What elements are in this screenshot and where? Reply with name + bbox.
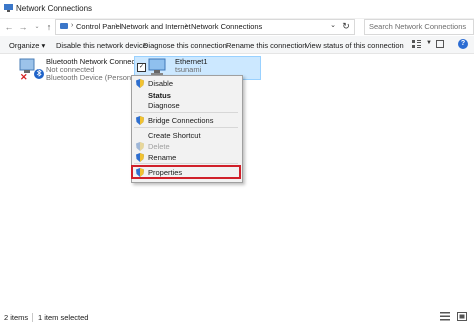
menu-item-delete: Delete bbox=[148, 142, 170, 151]
chevron-down-icon[interactable]: ▼ bbox=[426, 40, 432, 46]
uac-shield-icon bbox=[136, 153, 144, 162]
bluetooth-adapter-icon[interactable]: ✕ bbox=[18, 57, 44, 81]
rename-connection-button[interactable]: Rename this connection bbox=[226, 41, 306, 50]
refresh-button[interactable]: ↻ bbox=[340, 20, 352, 32]
menu-separator bbox=[134, 112, 238, 113]
recent-locations-button[interactable]: ⌄ bbox=[31, 20, 43, 34]
help-icon[interactable]: ? bbox=[458, 39, 468, 49]
menu-item-disable[interactable]: Disable bbox=[148, 79, 173, 88]
menu-item-bridge-connections[interactable]: Bridge Connections bbox=[148, 116, 213, 125]
up-button[interactable]: ↑ bbox=[43, 20, 55, 34]
preview-pane-icon[interactable] bbox=[436, 40, 444, 48]
large-icons-view-icon[interactable] bbox=[457, 312, 467, 321]
item-checkbox[interactable]: ✓ bbox=[137, 63, 146, 72]
svg-text:✕: ✕ bbox=[20, 72, 28, 81]
menu-item-status[interactable]: Status bbox=[148, 91, 171, 100]
uac-shield-icon bbox=[136, 79, 144, 88]
network-connections-icon bbox=[4, 4, 13, 12]
ethernet-adapter-icon[interactable] bbox=[148, 57, 168, 77]
control-panel-icon bbox=[60, 23, 68, 29]
window-title: Network Connections bbox=[16, 4, 93, 13]
view-status-button[interactable]: View status of this connection bbox=[305, 41, 404, 50]
diagnose-connection-button[interactable]: Diagnose this connection bbox=[143, 41, 227, 50]
back-button[interactable]: ← bbox=[3, 20, 15, 34]
status-item-count: 2 items bbox=[4, 313, 29, 322]
view-options-icon[interactable] bbox=[412, 40, 421, 48]
search-placeholder: Search Network Connections bbox=[369, 22, 467, 31]
status-divider bbox=[32, 313, 33, 322]
chevron-right-icon: › bbox=[71, 22, 74, 29]
forward-button[interactable]: → bbox=[17, 20, 29, 34]
chevron-right-icon: › bbox=[115, 22, 118, 29]
breadcrumb-network-connections[interactable]: Network Connections bbox=[191, 22, 262, 31]
menu-separator bbox=[134, 127, 238, 128]
menu-item-create-shortcut[interactable]: Create Shortcut bbox=[148, 131, 201, 140]
disable-device-button[interactable]: Disable this network device bbox=[56, 41, 147, 50]
uac-shield-icon bbox=[136, 142, 144, 151]
menu-item-diagnose[interactable]: Diagnose bbox=[148, 101, 180, 110]
menu-item-rename[interactable]: Rename bbox=[148, 153, 176, 162]
menu-separator bbox=[134, 163, 238, 164]
chevron-right-icon: › bbox=[185, 22, 188, 29]
breadcrumb-network-and-internet[interactable]: Network and Internet bbox=[121, 22, 191, 31]
uac-shield-icon bbox=[136, 116, 144, 125]
chevron-down-icon: ▾ bbox=[41, 41, 46, 50]
status-selection: 1 item selected bbox=[38, 313, 89, 322]
organize-button[interactable]: Organize ▾ bbox=[9, 41, 45, 50]
address-dropdown-button[interactable]: ⌄ bbox=[328, 20, 338, 32]
highlight-box bbox=[131, 165, 241, 179]
ethernet-connection-status: tsunami bbox=[175, 65, 202, 74]
details-view-icon[interactable] bbox=[440, 312, 450, 321]
